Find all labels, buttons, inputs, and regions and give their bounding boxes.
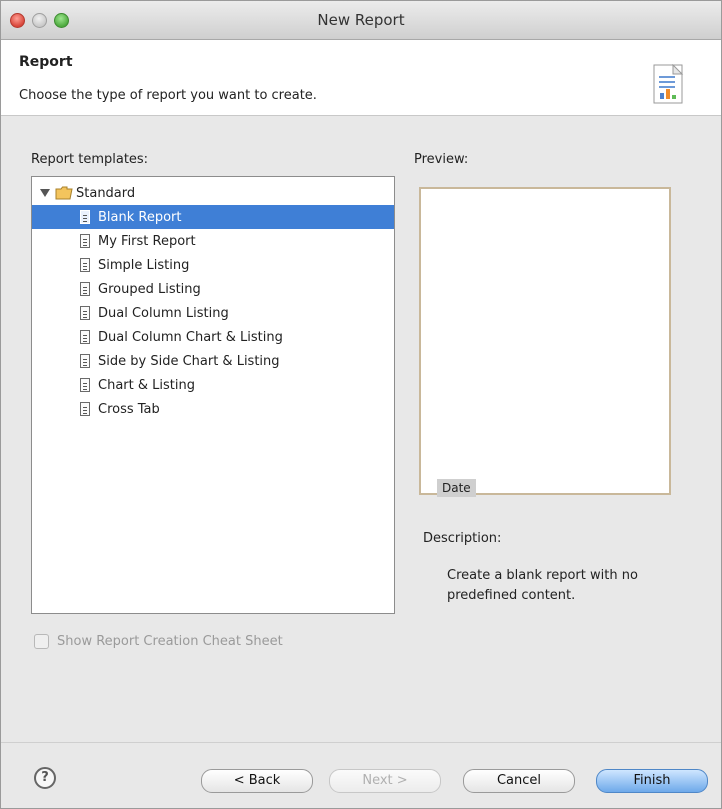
template-chart-listing[interactable]: Chart & Listing: [32, 373, 394, 397]
template-label: Cross Tab: [98, 401, 160, 417]
document-icon: [80, 330, 90, 344]
template-label: Side by Side Chart & Listing: [98, 353, 280, 369]
template-label: Grouped Listing: [98, 281, 201, 297]
template-label: Simple Listing: [98, 257, 190, 273]
document-icon: [80, 354, 90, 368]
next-button[interactable]: Next >: [329, 769, 441, 793]
document-icon: [80, 210, 90, 224]
template-label: My First Report: [98, 233, 196, 249]
template-dual-column-chart-listing[interactable]: Dual Column Chart & Listing: [32, 325, 394, 349]
new-report-dialog: New Report Report Choose the type of rep…: [0, 0, 722, 809]
report-icon: [653, 64, 684, 104]
footer-divider: [1, 742, 721, 743]
back-button[interactable]: < Back: [201, 769, 313, 793]
preview-date-field: Date: [437, 479, 476, 497]
template-grouped-listing[interactable]: Grouped Listing: [32, 277, 394, 301]
document-icon: [80, 378, 90, 392]
template-blank-report[interactable]: Blank Report: [32, 205, 394, 229]
show-cheat-sheet-label: Show Report Creation Cheat Sheet: [57, 634, 283, 649]
preview-canvas: Date: [419, 187, 671, 497]
cancel-button[interactable]: Cancel: [463, 769, 575, 793]
template-label: Dual Column Chart & Listing: [98, 329, 283, 345]
templates-label: Report templates:: [31, 152, 149, 167]
template-label: Dual Column Listing: [98, 305, 229, 321]
tree-folder-standard[interactable]: Standard: [40, 183, 135, 203]
header-title: Report: [19, 54, 73, 70]
document-icon: [80, 282, 90, 296]
description-text: Create a blank report with no predefined…: [447, 568, 638, 603]
disclosure-triangle-icon[interactable]: [40, 189, 50, 197]
document-icon: [80, 306, 90, 320]
template-simple-listing[interactable]: Simple Listing: [32, 253, 394, 277]
preview-label: Preview:: [414, 152, 469, 167]
template-label: Chart & Listing: [98, 377, 195, 393]
document-icon: [80, 402, 90, 416]
document-icon: [80, 258, 90, 272]
folder-icon: [55, 186, 73, 200]
title-bar: New Report: [1, 1, 721, 40]
show-cheat-sheet-checkbox[interactable]: [34, 634, 49, 649]
header-subtitle: Choose the type of report you want to cr…: [19, 88, 317, 103]
dialog-header: Report Choose the type of report you wan…: [1, 40, 721, 116]
template-side-by-side-chart-listing[interactable]: Side by Side Chart & Listing: [32, 349, 394, 373]
show-cheat-sheet-option: Show Report Creation Cheat Sheet: [34, 634, 283, 649]
window-title: New Report: [317, 11, 405, 29]
template-label: Blank Report: [98, 209, 182, 225]
template-my-first-report[interactable]: My First Report: [32, 229, 394, 253]
finish-button[interactable]: Finish: [596, 769, 708, 793]
report-templates-tree[interactable]: Standard Blank Report My First Report Si…: [31, 176, 395, 614]
description-label: Description:: [423, 531, 502, 546]
tree-folder-label: Standard: [76, 185, 136, 201]
document-icon: [80, 234, 90, 248]
template-dual-column-listing[interactable]: Dual Column Listing: [32, 301, 394, 325]
help-icon[interactable]: ?: [34, 767, 56, 789]
template-cross-tab[interactable]: Cross Tab: [32, 397, 394, 421]
